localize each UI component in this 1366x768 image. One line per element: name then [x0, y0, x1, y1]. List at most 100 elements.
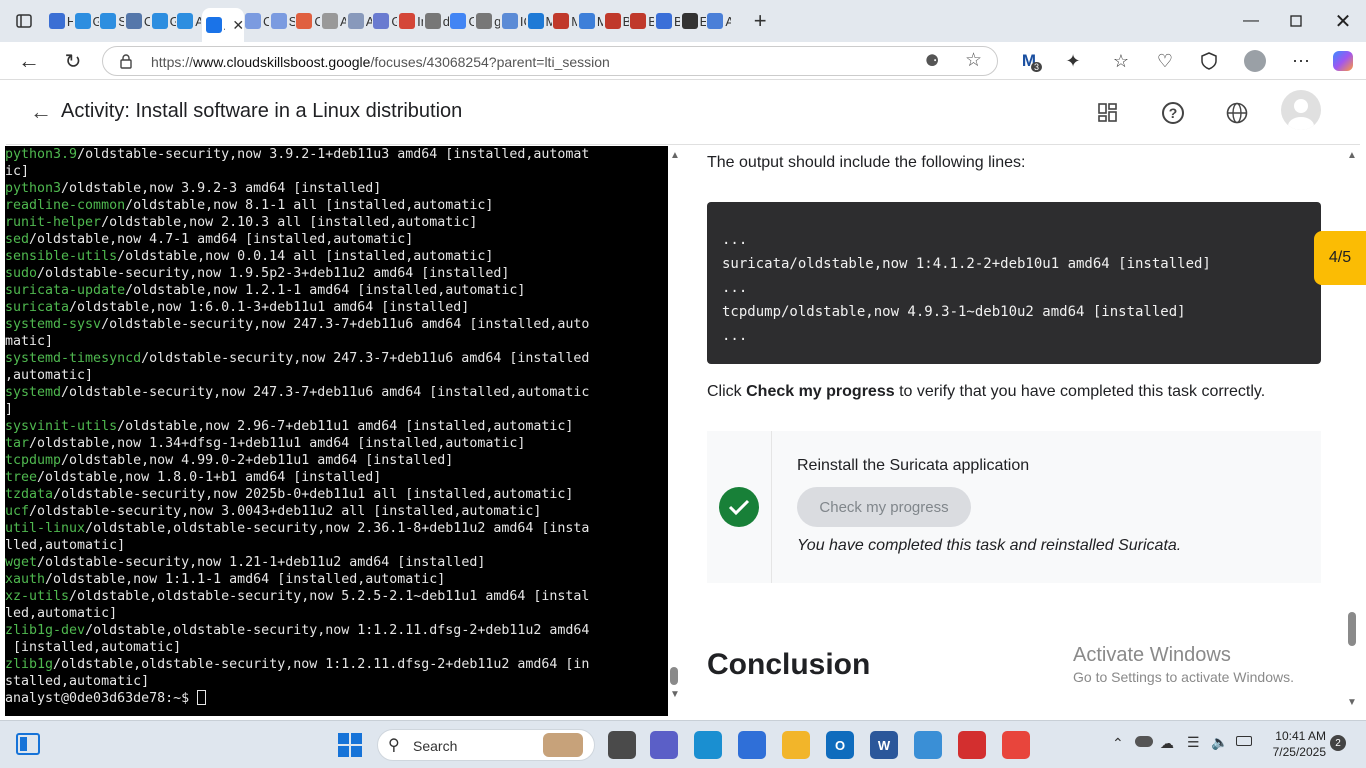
tab-title: G — [391, 13, 398, 29]
browser-tab[interactable]: M — [552, 5, 578, 37]
terminal-line: util-linux/oldstable,oldstable-security,… — [5, 520, 668, 537]
browser-tab[interactable]: B — [655, 5, 681, 37]
browser-tab[interactable]: E — [681, 5, 707, 37]
progress-check-card: Reinstall the Suricata application Check… — [707, 431, 1321, 583]
terminal-scroll-thumb[interactable] — [670, 667, 678, 685]
close-tab-icon[interactable]: ✕ — [232, 17, 244, 34]
tab-actions-button[interactable] — [0, 0, 48, 42]
copilot-button[interactable] — [1328, 46, 1358, 76]
extensions-button[interactable]: ✦ — [1058, 46, 1088, 76]
meet-icon[interactable] — [650, 731, 678, 759]
taskbar-clock[interactable]: 10:41 AM 7/25/2025 — [1262, 728, 1326, 760]
minimize-button[interactable]: — — [1228, 0, 1274, 42]
acrobat-icon[interactable] — [958, 731, 986, 759]
dashboard-icon[interactable] — [1098, 103, 1118, 128]
bing-icon — [578, 13, 595, 29]
paint-icon[interactable] — [914, 731, 942, 759]
onedrive-icon[interactable] — [1135, 736, 1153, 747]
folder-icon[interactable] — [782, 731, 810, 759]
outlook-icon[interactable]: O — [826, 731, 854, 759]
package-details: /oldstable-security,now 247.3-7+deb11u6 … — [141, 351, 590, 366]
instructions-scroll-thumb[interactable] — [1348, 612, 1356, 646]
google-icon — [450, 13, 467, 29]
settings-menu-button[interactable]: ⋯ — [1286, 46, 1316, 76]
browser-tab[interactable]: B — [629, 5, 655, 37]
scroll-up-icon[interactable]: ▲ — [670, 150, 680, 161]
browser-tab[interactable]: M — [527, 5, 553, 37]
widgets-icon[interactable] — [16, 733, 40, 760]
terminal-line: xauth/oldstable,now 1:1.1-1 amd64 [insta… — [5, 571, 668, 588]
close-window-button[interactable]: ✕ — [1320, 0, 1366, 42]
browser-tab[interactable]: A✕ — [202, 8, 245, 42]
profile-button[interactable] — [1240, 46, 1270, 76]
extension-m-button[interactable]: M 3 — [1014, 46, 1044, 76]
browser-tab[interactable]: C — [244, 5, 270, 37]
terminal-line: ] — [5, 401, 668, 418]
word-icon[interactable]: W — [870, 731, 898, 759]
globe-language-icon[interactable] — [1226, 102, 1248, 129]
tab-title: C — [143, 13, 150, 29]
back-arrow-icon[interactable]: ← — [30, 99, 52, 125]
maximize-button[interactable] — [1273, 0, 1319, 42]
terminal-scrollbar[interactable]: ▲ ▼ — [668, 146, 683, 716]
check-my-progress-button[interactable]: Check my progress — [797, 487, 971, 527]
browser-tab[interactable]: d — [424, 5, 450, 37]
edge-icon[interactable] — [694, 731, 722, 759]
browser-tab[interactable]: A — [347, 5, 373, 37]
browser-tab[interactable]: A — [321, 5, 347, 37]
browser-tab[interactable]: G — [74, 5, 100, 37]
scroll-up-icon[interactable]: ▲ — [1347, 150, 1357, 161]
browser-tab[interactable]: M — [578, 5, 604, 37]
package-name: sudo — [5, 266, 38, 281]
browser-tab[interactable]: Se — [99, 5, 125, 37]
chrome-icon[interactable] — [1002, 731, 1030, 759]
browser-tab[interactable]: G — [450, 5, 476, 37]
notification-badge[interactable]: 2 — [1330, 735, 1346, 751]
security-button[interactable] — [1194, 46, 1224, 76]
new-tab-button[interactable]: + — [742, 8, 778, 34]
browser-tab[interactable]: C — [296, 5, 322, 37]
cloud-sync-icon[interactable]: ☁ — [1160, 735, 1174, 752]
app-icon — [296, 13, 313, 29]
battery-icon[interactable] — [1236, 736, 1252, 746]
scroll-down-icon[interactable]: ▼ — [1347, 697, 1357, 708]
scroll-down-icon[interactable]: ▼ — [670, 689, 680, 700]
show-hidden-icons[interactable]: ⌃ — [1112, 735, 1124, 752]
user-avatar[interactable] — [1281, 90, 1321, 130]
browser-essentials-button[interactable]: ♡ — [1150, 46, 1180, 76]
browser-tab[interactable]: G — [373, 5, 399, 37]
reading-mode-icon[interactable]: ⚈ — [925, 51, 939, 71]
browser-tab[interactable]: g — [475, 5, 501, 37]
taskbar-search[interactable]: ⚲ Search — [377, 729, 595, 761]
back-button[interactable]: ← — [14, 46, 44, 76]
help-icon[interactable]: ? — [1162, 102, 1184, 124]
browser-tab[interactable]: B — [604, 5, 630, 37]
progress-score-badge[interactable]: 4/5 — [1314, 231, 1366, 285]
volume-icon[interactable]: 🔈 — [1211, 734, 1228, 751]
conclusion-heading: Conclusion — [707, 648, 871, 681]
browser-tab[interactable]: G — [151, 5, 177, 37]
search-icon: ⚲ — [388, 737, 400, 754]
start-windows-icon[interactable] — [338, 733, 362, 762]
browser-tab[interactable]: H — [48, 5, 74, 37]
browser-tab[interactable]: Se — [270, 5, 296, 37]
wifi-icon[interactable]: ☰ — [1187, 734, 1200, 751]
browser-tab[interactable]: C — [125, 5, 151, 37]
file-manager-icon[interactable] — [608, 731, 636, 759]
completed-check-icon — [719, 487, 759, 527]
favorite-star-icon[interactable]: ☆ — [965, 49, 982, 72]
cloud-icon — [270, 13, 287, 29]
store-icon[interactable] — [738, 731, 766, 759]
browser-tab[interactable]: A — [707, 5, 733, 37]
terminal-output[interactable]: python3.9/oldstable-security,now 3.9.2-1… — [5, 146, 668, 716]
package-name: suricata-update — [5, 283, 126, 298]
refresh-button[interactable]: ↻ — [58, 46, 88, 76]
package-name: sysvinit-utils — [5, 419, 118, 434]
browser-tab[interactable]: A — [176, 5, 202, 37]
browser-tab[interactable]: IC — [501, 5, 527, 37]
address-bar[interactable]: https://www.cloudskillsboost.google/focu… — [102, 46, 998, 76]
favorites-button[interactable]: ☆ — [1106, 46, 1136, 76]
package-name: tar — [5, 436, 30, 451]
tab-title: A — [340, 13, 347, 29]
browser-tab[interactable]: In — [398, 5, 424, 37]
